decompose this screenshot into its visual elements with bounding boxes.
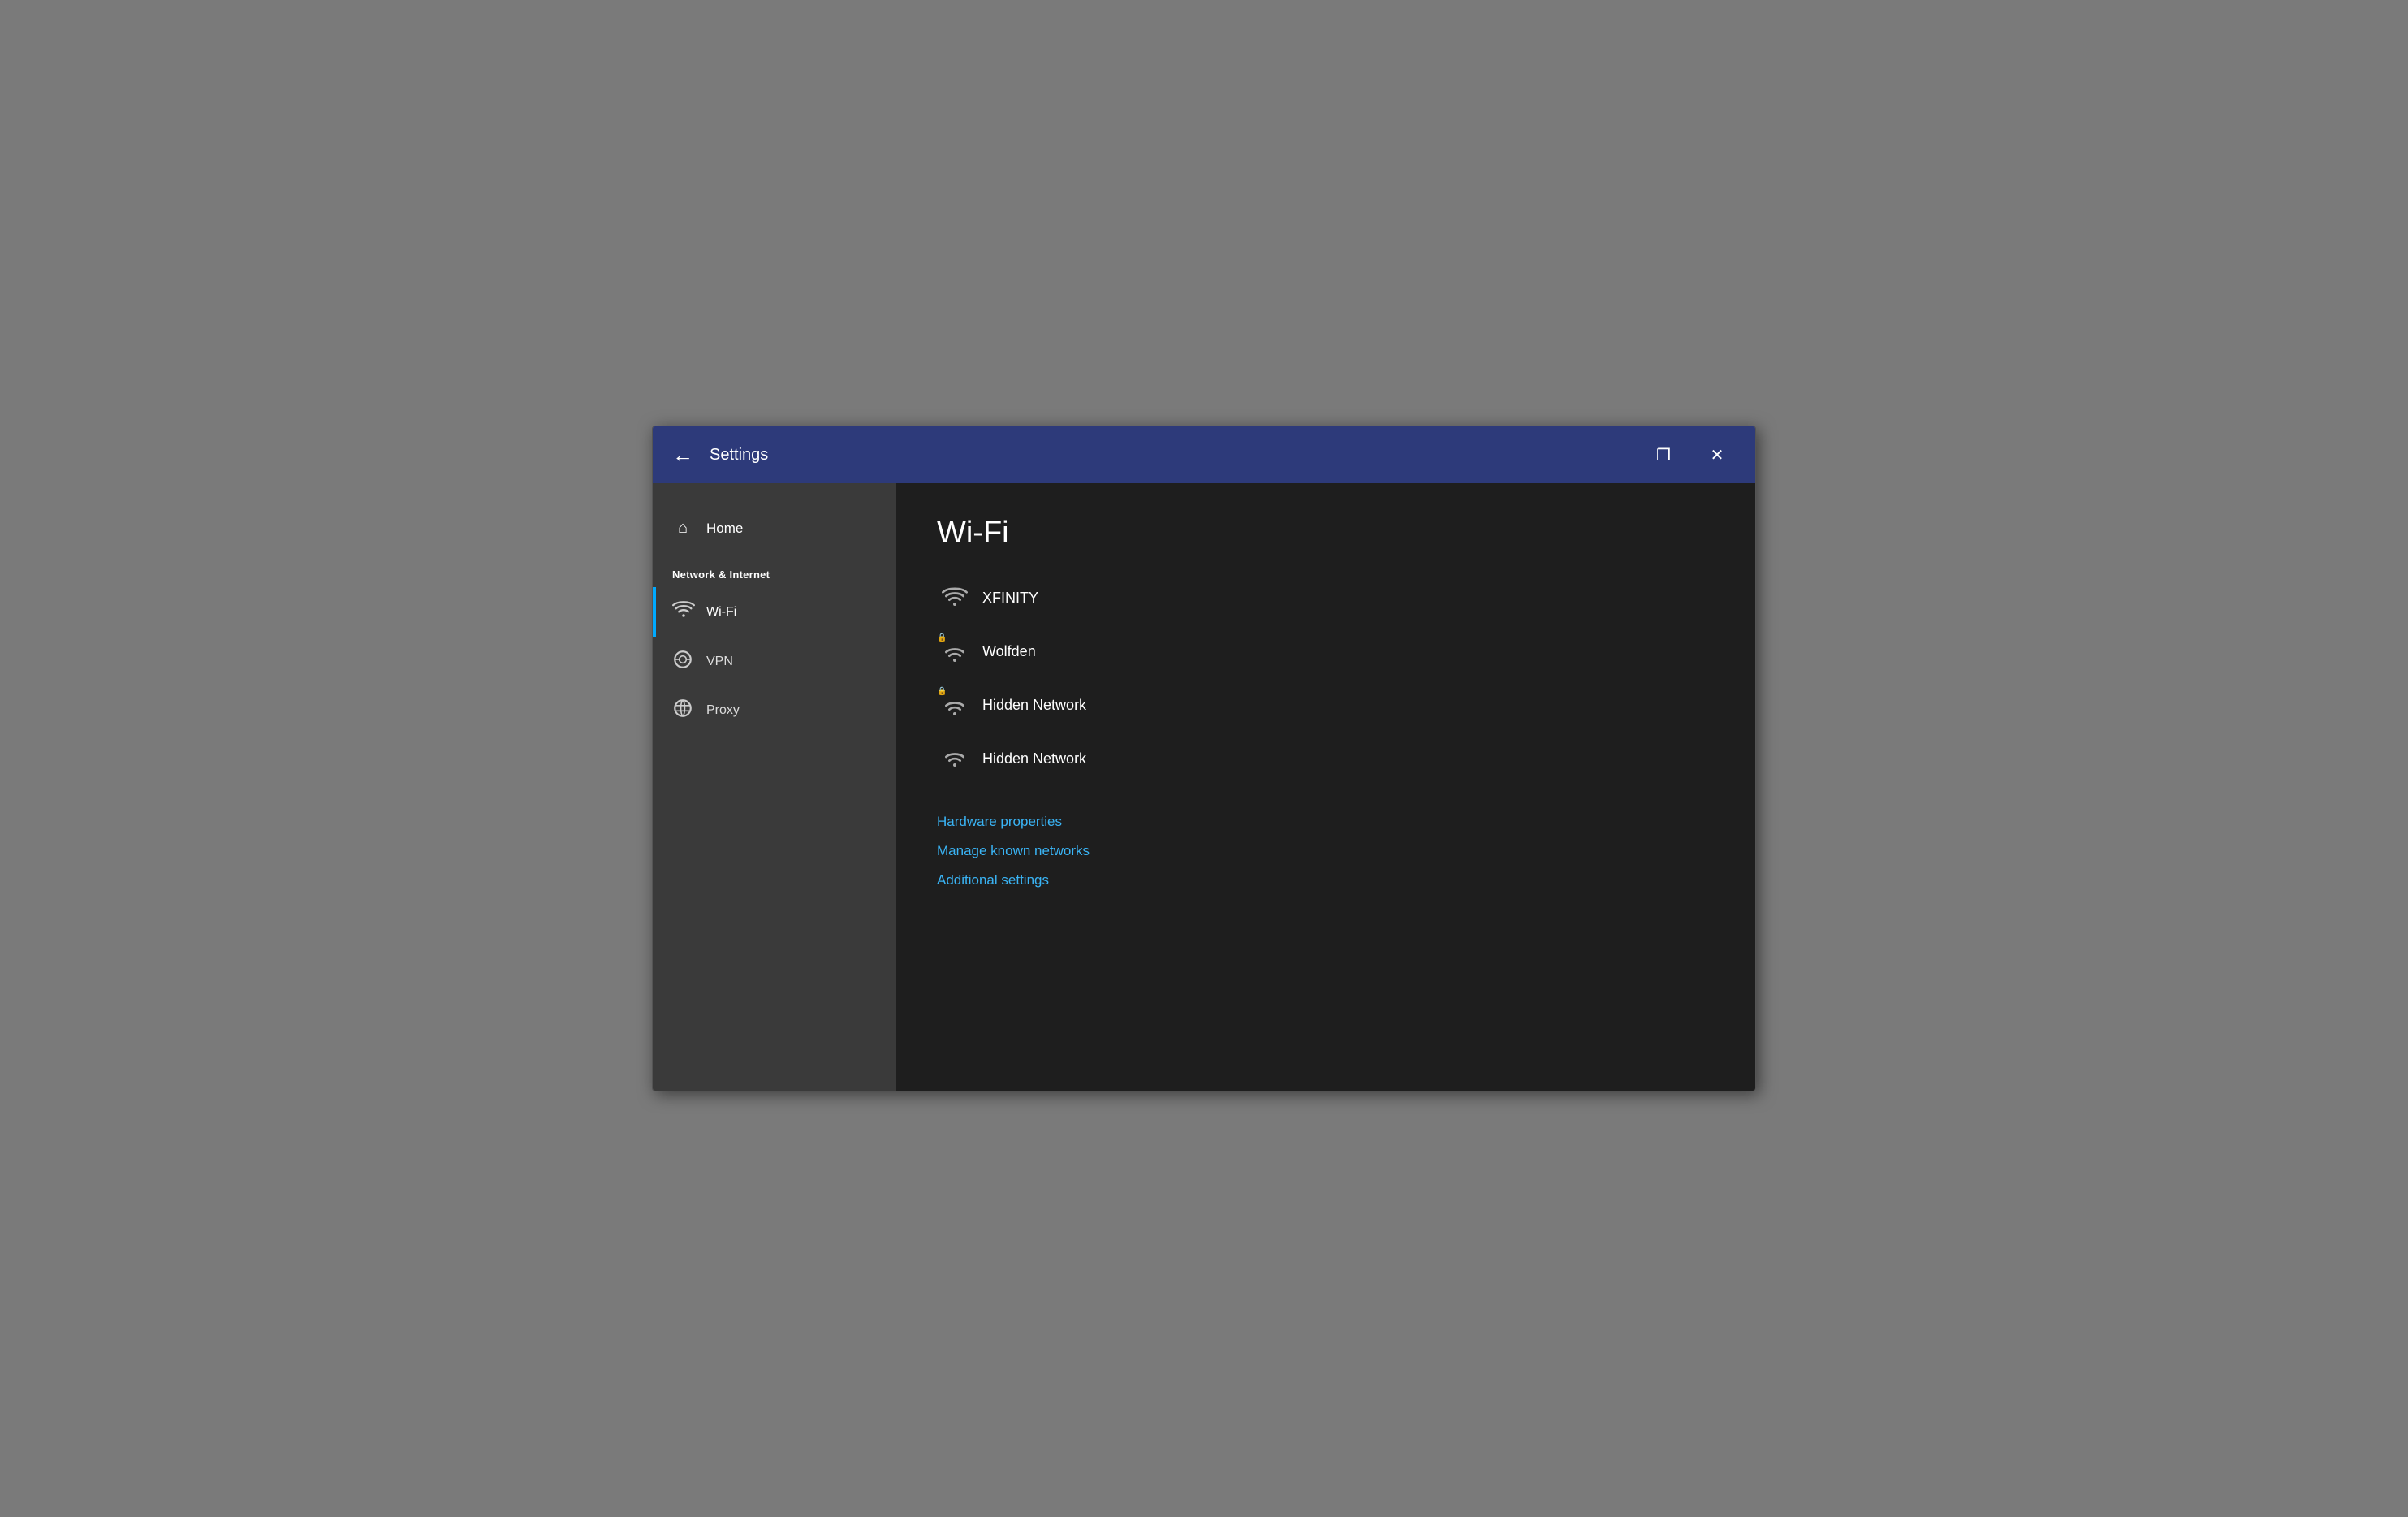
sidebar-item-wifi[interactable]: Wi-Fi — [653, 587, 896, 637]
additional-settings-link[interactable]: Additional settings — [937, 872, 1715, 888]
home-icon: ⌂ — [672, 519, 693, 538]
wifi-nav-icon — [672, 599, 693, 626]
sidebar-item-vpn[interactable]: VPN — [653, 637, 896, 686]
network-item-hidden-2[interactable]: Hidden Network — [937, 736, 1715, 781]
wifi-label: Wi-Fi — [706, 605, 736, 620]
lock-icon-wolfden: 🔒 — [937, 633, 947, 642]
restore-button[interactable]: ❐ — [1645, 436, 1682, 473]
network-item-hidden-1[interactable]: 🔒 Hidden Network — [937, 682, 1715, 728]
network-name-xfinity: XFINITY — [982, 590, 1038, 607]
home-label: Home — [706, 521, 743, 537]
network-name-wolfden: Wolfden — [982, 643, 1036, 660]
links-section: Hardware properties Manage known network… — [937, 814, 1715, 888]
vpn-label: VPN — [706, 655, 733, 669]
network-name-hidden-2: Hidden Network — [982, 750, 1086, 767]
sidebar-item-home[interactable]: ⌂ Home — [653, 508, 896, 549]
lock-icon-hidden-1: 🔒 — [937, 687, 947, 696]
page-title: Wi-Fi — [937, 516, 1715, 551]
proxy-label: Proxy — [706, 703, 740, 718]
network-list: XFINITY 🔒 Wolfden — [937, 575, 1715, 781]
titlebar-controls: ❐ ✕ — [1645, 436, 1736, 473]
settings-window: ← Settings ❐ ✕ ⌂ Home Network & Internet — [652, 426, 1756, 1091]
wifi-signal-icon-hidden-1: 🔒 — [940, 690, 969, 720]
wifi-signal-icon-xfinity — [940, 583, 969, 612]
main-content: Wi-Fi XFINITY — [896, 483, 1755, 1091]
sidebar-item-proxy[interactable]: Proxy — [653, 686, 896, 735]
vpn-icon — [672, 649, 693, 675]
network-item-wolfden[interactable]: 🔒 Wolfden — [937, 629, 1715, 674]
close-button[interactable]: ✕ — [1698, 436, 1736, 473]
network-item-xfinity[interactable]: XFINITY — [937, 575, 1715, 620]
manage-known-networks-link[interactable]: Manage known networks — [937, 843, 1715, 859]
wifi-signal-icon-hidden-2 — [940, 744, 969, 773]
sidebar-section-header: Network & Internet — [653, 549, 896, 587]
sidebar: ⌂ Home Network & Internet Wi-Fi — [653, 483, 896, 1091]
network-name-hidden-1: Hidden Network — [982, 697, 1086, 714]
titlebar-title: Settings — [710, 446, 1645, 465]
globe-icon — [672, 698, 693, 724]
wifi-signal-icon-wolfden: 🔒 — [940, 637, 969, 666]
titlebar: ← Settings ❐ ✕ — [653, 426, 1755, 483]
back-button[interactable]: ← — [672, 443, 693, 468]
content-area: ⌂ Home Network & Internet Wi-Fi — [653, 483, 1755, 1091]
hardware-properties-link[interactable]: Hardware properties — [937, 814, 1715, 830]
